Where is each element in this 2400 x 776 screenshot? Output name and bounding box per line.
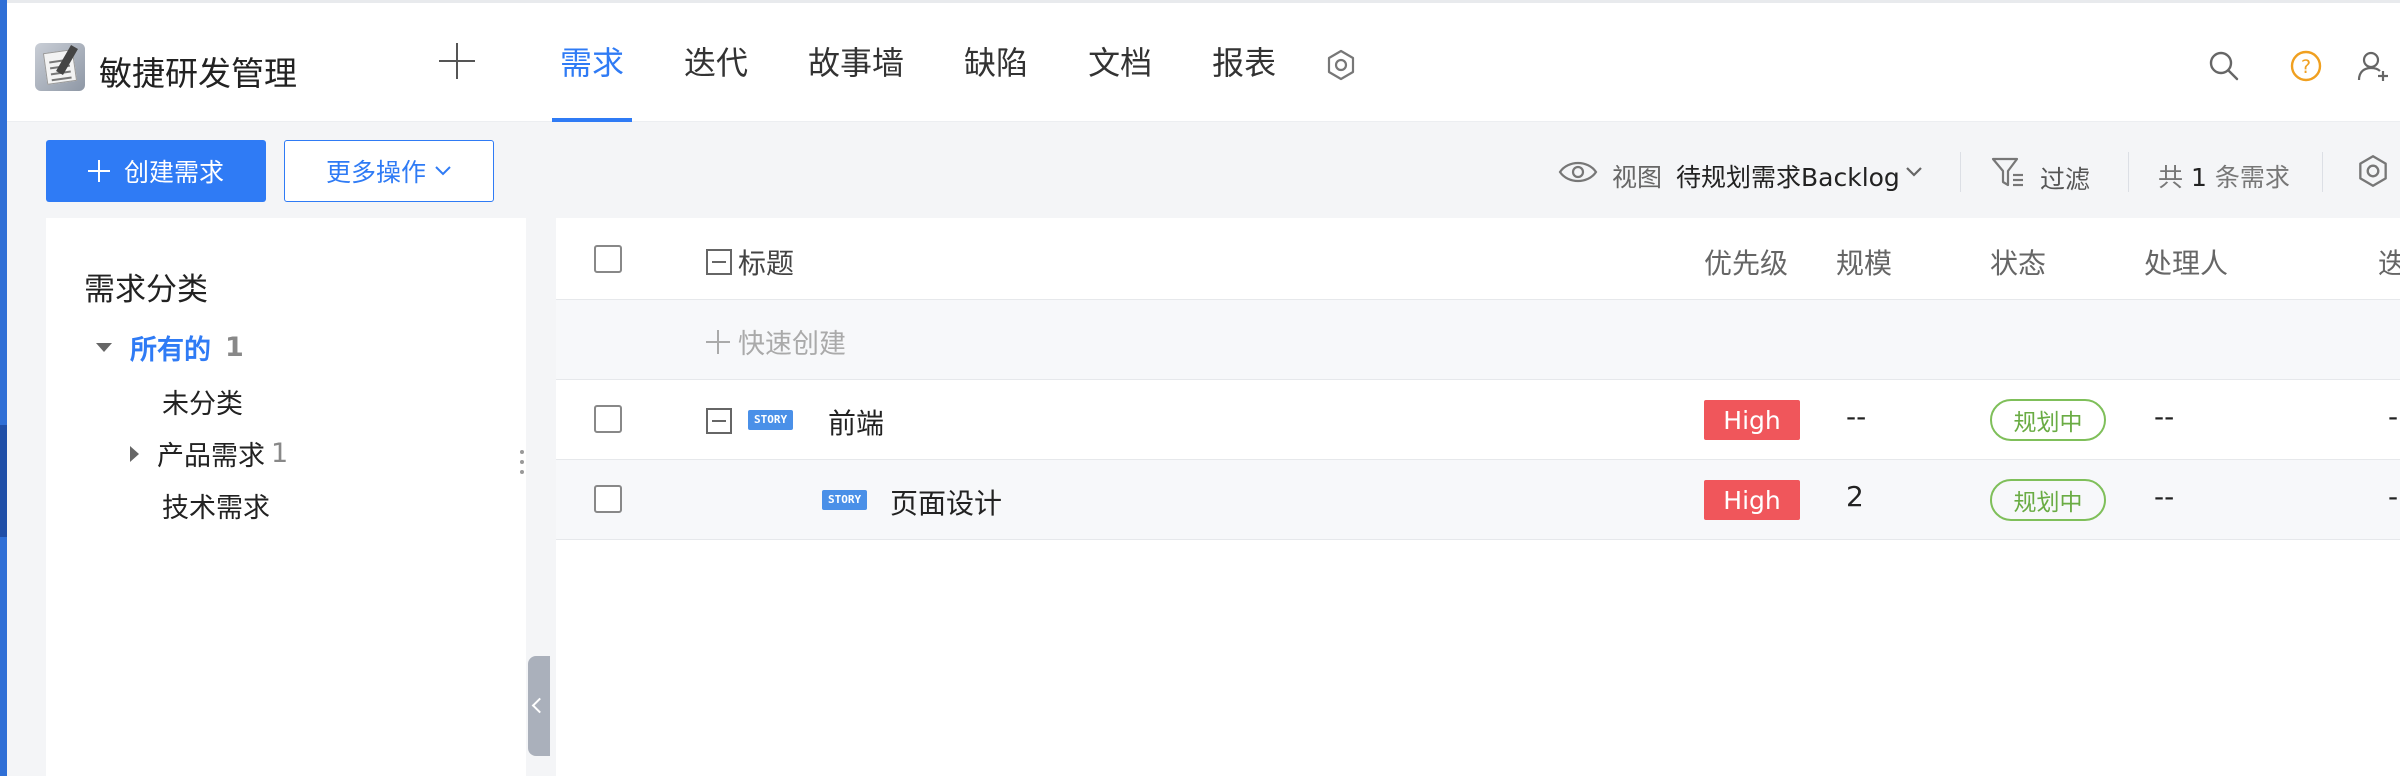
settings-gear-icon[interactable] [1323, 47, 1359, 83]
tab-requirements[interactable]: 需求 [552, 0, 633, 122]
status-badge[interactable]: 规划中 [1990, 399, 2106, 441]
category-uncategorized-label: 未分类 [162, 389, 243, 420]
count-prefix: 共 [2158, 163, 2184, 192]
row-title[interactable]: 页面设计 [890, 482, 1002, 522]
table-header: 标题 优先级 规模 状态 处理人 迭 [556, 218, 2400, 300]
category-product[interactable]: 产品需求 1 [130, 434, 288, 473]
category-product-label: 产品需求 [157, 441, 265, 472]
panel-resize-handle[interactable] [520, 450, 526, 484]
column-assignee[interactable]: 处理人 [2144, 242, 2228, 282]
tab-story-wall[interactable]: 故事墙 [800, 0, 912, 122]
category-technical-label: 技术需求 [162, 493, 270, 524]
table-row[interactable]: STORY 页面设计 High 2 规划中 -- - [556, 460, 2400, 540]
row-checkbox[interactable] [594, 485, 622, 513]
story-type-icon: STORY [822, 490, 868, 510]
view-selector[interactable]: 待规划需求Backlog [1676, 158, 1900, 194]
quick-create-button[interactable]: 快速创建 [706, 322, 846, 361]
plus-icon [706, 329, 730, 354]
chevron-down-icon[interactable] [1904, 164, 1924, 180]
view-label: 视图 [1612, 163, 1663, 192]
category-uncategorized[interactable]: 未分类 [162, 382, 243, 421]
top-header: 敏捷研发管理 需求 迭代 故事墙 缺陷 文档 报表 ? [7, 0, 2400, 122]
create-requirement-button[interactable]: 创建需求 [46, 140, 266, 202]
toolbar-divider [2128, 152, 2129, 192]
quick-create-row: 快速创建 [556, 300, 2400, 380]
tab-iterations[interactable]: 迭代 [676, 0, 756, 122]
row-checkbox[interactable] [594, 405, 622, 433]
requirements-table: 标题 优先级 规模 状态 处理人 迭 快速创建 STORY 前端 High --… [556, 218, 2400, 776]
left-edge-segment [0, 425, 7, 537]
more-actions-button[interactable]: 更多操作 [284, 140, 494, 202]
select-all-checkbox[interactable] [594, 245, 622, 273]
count-value: 1 [2190, 163, 2207, 192]
toolbar-divider [2322, 152, 2323, 192]
search-icon[interactable] [2207, 49, 2241, 83]
category-all-count: 1 [225, 332, 244, 363]
table-row[interactable]: STORY 前端 High -- 规划中 -- - [556, 380, 2400, 460]
caret-right-icon[interactable] [130, 445, 139, 462]
tab-documents[interactable]: 文档 [1080, 0, 1160, 122]
main-nav: 需求 迭代 故事墙 缺陷 文档 报表 [552, 3, 1328, 125]
svg-text:?: ? [2301, 56, 2311, 78]
category-product-count: 1 [271, 438, 289, 469]
table-settings-gear-icon[interactable] [2354, 152, 2392, 190]
column-status[interactable]: 状态 [1990, 242, 2046, 282]
row-assignee[interactable]: -- [2154, 400, 2174, 433]
collapse-row-icon[interactable] [706, 408, 732, 434]
column-priority[interactable]: 优先级 [1704, 242, 1788, 282]
app-title: 敏捷研发管理 [99, 54, 297, 93]
collapse-panel-button[interactable] [528, 656, 550, 756]
column-sprint[interactable]: 迭 [2378, 242, 2400, 282]
tab-reports[interactable]: 报表 [1204, 0, 1284, 122]
column-size[interactable]: 规模 [1836, 242, 1892, 282]
app-logo-icon [35, 43, 85, 91]
requirement-count: 共 1 条需求 [2158, 158, 2290, 194]
add-project-icon[interactable] [439, 43, 475, 79]
row-sprint[interactable]: - [2388, 480, 2398, 513]
collapse-all-icon[interactable] [706, 249, 732, 275]
plus-icon [87, 160, 110, 182]
caret-down-icon[interactable] [96, 343, 112, 352]
chevron-down-icon [435, 166, 451, 176]
priority-badge[interactable]: High [1704, 400, 1800, 440]
category-all-label: 所有的 [130, 335, 211, 366]
help-icon[interactable]: ? [2289, 49, 2323, 83]
row-size[interactable]: 2 [1846, 480, 1864, 513]
create-requirement-label: 创建需求 [123, 158, 224, 187]
row-size[interactable]: -- [1846, 400, 1866, 433]
row-sprint[interactable]: - [2388, 400, 2398, 433]
toolbar-divider [1960, 152, 1961, 192]
filter-button[interactable]: 过滤 [2040, 160, 2090, 196]
status-badge[interactable]: 规划中 [1990, 479, 2106, 521]
tab-defects[interactable]: 缺陷 [956, 0, 1036, 122]
category-all[interactable]: 所有的 1 [96, 328, 244, 367]
row-assignee[interactable]: -- [2154, 480, 2174, 513]
filter-icon[interactable] [1990, 154, 2026, 190]
category-panel: 需求分类 所有的 1 未分类 产品需求 1 技术需求 [46, 218, 526, 776]
priority-badge[interactable]: High [1704, 480, 1800, 520]
story-type-icon: STORY [748, 410, 794, 430]
user-add-icon[interactable] [2357, 49, 2391, 83]
left-edge-bar [0, 0, 7, 776]
column-title-label: 标题 [738, 247, 795, 280]
count-suffix: 条需求 [2214, 163, 2290, 192]
eye-icon [1558, 161, 1598, 183]
column-title: 标题 [706, 242, 794, 282]
row-title[interactable]: 前端 [828, 402, 884, 442]
category-title: 需求分类 [84, 272, 208, 308]
more-actions-label: 更多操作 [325, 158, 426, 187]
category-technical[interactable]: 技术需求 [162, 486, 270, 525]
quick-create-label: 快速创建 [738, 329, 846, 360]
